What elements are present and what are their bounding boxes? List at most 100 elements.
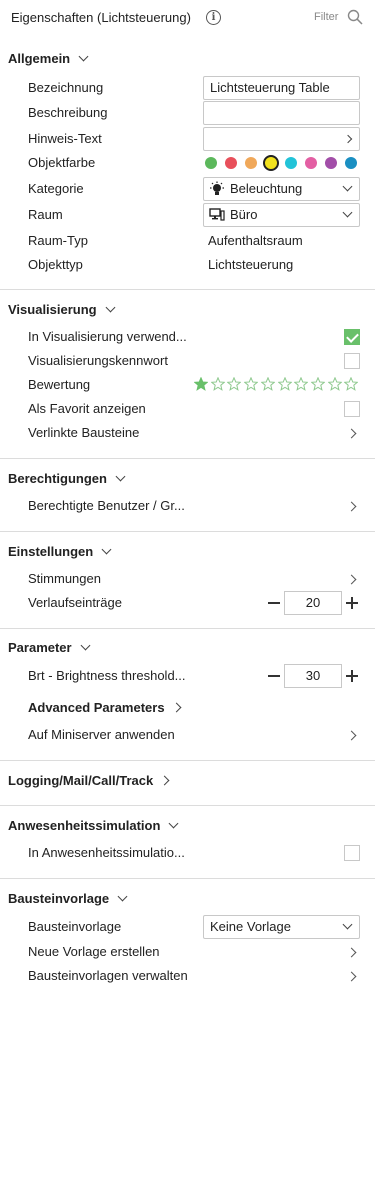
- beschreibung-label: Beschreibung: [28, 105, 108, 120]
- kategorie-label: Kategorie: [28, 181, 84, 196]
- chevron-down-icon: [342, 181, 353, 192]
- color-swatch[interactable]: [225, 157, 237, 169]
- objektfarbe-label: Objektfarbe: [28, 155, 96, 170]
- chevron-right-icon: [346, 730, 357, 741]
- bausteinvorlage-select[interactable]: Keine Vorlage: [203, 915, 360, 939]
- chevron-down-icon: [117, 891, 128, 902]
- chevron-right-icon: [346, 501, 357, 512]
- objekttyp-label: Objekttyp: [28, 257, 83, 272]
- kennwort-checkbox[interactable]: [344, 353, 360, 369]
- verlauf-label: Verlaufseinträge: [28, 595, 122, 610]
- section-bausteinvorlage-toggle[interactable]: Bausteinvorlage: [8, 889, 128, 909]
- section-title: Bausteinvorlage: [8, 891, 110, 906]
- divider: [0, 628, 375, 629]
- section-title: Einstellungen: [8, 544, 94, 559]
- chevron-down-icon: [80, 640, 91, 651]
- favorit-label: Als Favorit anzeigen: [28, 401, 146, 416]
- in-anwesenheit-checkbox[interactable]: [344, 845, 360, 861]
- filter-label[interactable]: Filter: [314, 11, 338, 23]
- properties-header: Eigenschaften (Lichtsteuerung) i Filter: [0, 0, 375, 36]
- chevron-down-icon: [105, 302, 116, 313]
- hinweis-field[interactable]: [203, 127, 360, 151]
- chevron-down-icon: [168, 818, 179, 829]
- section-allgemein-toggle[interactable]: Allgemein: [8, 49, 89, 69]
- verlauf-input[interactable]: 20: [284, 591, 342, 615]
- section-parameter-toggle[interactable]: Parameter: [8, 638, 91, 658]
- chevron-down-icon: [342, 207, 353, 218]
- color-picker: [205, 155, 365, 171]
- divider: [0, 531, 375, 532]
- star-icon[interactable]: [210, 377, 225, 391]
- workstation-icon: [209, 208, 225, 221]
- increment-button[interactable]: [346, 597, 358, 609]
- chevron-right-icon: [346, 428, 357, 439]
- section-title: Allgemein: [8, 51, 71, 66]
- decrement-button[interactable]: [268, 675, 280, 677]
- chevron-right-icon: [343, 134, 353, 144]
- color-swatch[interactable]: [325, 157, 337, 169]
- kategorie-select[interactable]: Beleuchtung: [203, 177, 360, 201]
- raum-typ-label: Raum-Typ: [28, 233, 88, 248]
- divider: [0, 760, 375, 761]
- raum-label: Raum: [28, 207, 63, 222]
- increment-button[interactable]: [346, 670, 358, 682]
- divider: [0, 289, 375, 290]
- kennwort-label: Visualisierungskennwort: [28, 353, 168, 368]
- section-title: Berechtigungen: [8, 471, 107, 486]
- in-anwesenheit-label: In Anwesenheitssimulatio...: [28, 845, 185, 860]
- brt-label: Brt - Brightness threshold...: [28, 668, 186, 683]
- stimmungen-item[interactable]: Stimmungen: [28, 569, 101, 589]
- raum-select[interactable]: Büro: [203, 203, 360, 227]
- section-logging-toggle[interactable]: Logging/Mail/Call/Track: [8, 771, 170, 791]
- bausteinvorlage-value: Keine Vorlage: [210, 919, 291, 934]
- vorlagen-verwalten-item[interactable]: Bausteinvorlagen verwalten: [28, 966, 188, 986]
- bezeichnung-field[interactable]: Lichtsteuerung Table: [203, 76, 360, 100]
- lightbulb-icon: [210, 181, 224, 195]
- neue-vorlage-item[interactable]: Neue Vorlage erstellen: [28, 942, 160, 962]
- section-title: Visualisierung: [8, 302, 97, 317]
- star-icon[interactable]: [310, 377, 325, 391]
- star-icon[interactable]: [194, 377, 208, 391]
- in-visualisierung-checkbox[interactable]: [344, 329, 360, 345]
- miniserver-item[interactable]: Auf Miniserver anwenden: [28, 725, 175, 745]
- chevron-right-icon: [346, 947, 357, 958]
- color-swatch[interactable]: [263, 155, 279, 171]
- raum-typ-value: Aufenthaltsraum: [208, 233, 303, 248]
- section-anwesenheit-toggle[interactable]: Anwesenheitssimulation: [8, 816, 179, 836]
- star-icon[interactable]: [294, 377, 309, 391]
- chevron-right-icon: [346, 971, 357, 982]
- star-icon[interactable]: [327, 377, 342, 391]
- advanced-parameters-toggle[interactable]: Advanced Parameters: [28, 698, 182, 718]
- star-icon[interactable]: [277, 377, 292, 391]
- divider: [0, 458, 375, 459]
- in-visualisierung-label: In Visualisierung verwend...: [28, 329, 187, 344]
- bewertung-label: Bewertung: [28, 377, 91, 392]
- section-berechtigungen-toggle[interactable]: Berechtigungen: [8, 469, 126, 489]
- chevron-down-icon: [342, 919, 353, 930]
- section-visualisierung-toggle[interactable]: Visualisierung: [8, 300, 116, 320]
- favorit-checkbox[interactable]: [344, 401, 360, 417]
- star-icon[interactable]: [227, 377, 242, 391]
- star-icon[interactable]: [260, 377, 275, 391]
- verlinkte-bausteine-item[interactable]: Verlinkte Bausteine: [28, 423, 139, 443]
- info-icon[interactable]: i: [206, 10, 221, 25]
- kategorie-value: Beleuchtung: [230, 181, 303, 196]
- chevron-right-icon: [346, 574, 357, 585]
- section-einstellungen-toggle[interactable]: Einstellungen: [8, 542, 112, 562]
- star-icon[interactable]: [244, 377, 259, 391]
- color-swatch[interactable]: [305, 157, 317, 169]
- color-swatch[interactable]: [285, 157, 297, 169]
- search-icon[interactable]: [347, 9, 363, 25]
- berechtigte-benutzer-item[interactable]: Berechtigte Benutzer / Gr...: [28, 496, 185, 516]
- color-swatch[interactable]: [345, 157, 357, 169]
- bezeichnung-label: Bezeichnung: [28, 80, 104, 95]
- chevron-down-icon: [78, 51, 89, 62]
- brt-input[interactable]: 30: [284, 664, 342, 688]
- color-swatch[interactable]: [205, 157, 217, 169]
- color-swatch[interactable]: [245, 157, 257, 169]
- beschreibung-field[interactable]: [203, 101, 360, 125]
- advanced-parameters-label: Advanced Parameters: [28, 700, 165, 715]
- chevron-right-icon: [159, 775, 170, 786]
- star-icon[interactable]: [344, 377, 359, 391]
- decrement-button[interactable]: [268, 602, 280, 604]
